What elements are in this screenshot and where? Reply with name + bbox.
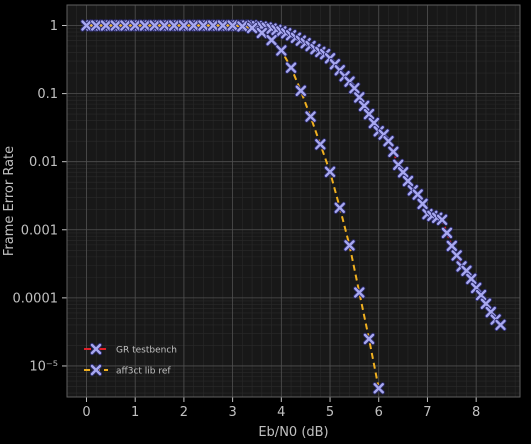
data-point (304, 110, 317, 123)
frame-error-rate-chart: 0 1 2 3 4 5 6 7 8 1 0.1 0.01 0.001 0.0001 10⁻⁵ Eb/N0 (d… (2, 4, 521, 440)
data-point (168, 19, 181, 32)
x-tick-label: 2 (180, 405, 188, 420)
data-point (353, 286, 366, 299)
data-point (119, 19, 132, 32)
data-point (343, 239, 356, 252)
data-point (90, 19, 103, 32)
legend-marker (89, 363, 103, 377)
data-point (382, 135, 395, 148)
x-tick-label: 8 (472, 405, 480, 420)
y-tick-label: 0.1 (37, 87, 58, 102)
data-point (207, 19, 220, 32)
data-point (236, 20, 249, 33)
y-axis-label: Frame Error Rate (2, 146, 17, 256)
y-tick-label: 10⁻⁵ (29, 359, 58, 374)
data-point (348, 82, 361, 95)
data-point (129, 19, 142, 32)
x-tick-label: 1 (131, 405, 139, 420)
data-point (284, 61, 298, 74)
data-point (372, 382, 385, 395)
data-point (216, 19, 229, 32)
data-point (362, 332, 376, 345)
data-point (401, 174, 415, 188)
data-point (362, 107, 376, 121)
data-point (109, 19, 122, 32)
data-point (158, 19, 171, 32)
y-tick-label: 0.01 (29, 155, 58, 170)
data-point (416, 197, 429, 210)
data-point (275, 44, 288, 57)
data-point (187, 19, 200, 32)
data-point (138, 19, 152, 32)
data-point (255, 26, 268, 39)
x-tick-label: 6 (375, 405, 383, 420)
data-point (148, 19, 161, 32)
x-tick-label: 0 (82, 405, 90, 420)
x-axis-label: Eb/N0 (dB) (258, 425, 328, 440)
data-point (435, 213, 449, 226)
data-point (465, 272, 478, 285)
data-point (265, 34, 278, 47)
legend-label: GR testbench (116, 346, 177, 356)
data-point (314, 138, 327, 151)
data-point (99, 19, 113, 32)
x-tick-label: 4 (277, 405, 285, 420)
y-tick-label: 0.0001 (13, 291, 59, 306)
data-point (323, 165, 337, 178)
data-point (333, 201, 346, 214)
data-point (245, 21, 259, 35)
y-tick-label: 1 (50, 19, 58, 34)
data-point (445, 239, 458, 252)
data-point (226, 19, 239, 32)
x-tick-label: 5 (326, 405, 334, 420)
x-tick-label: 3 (228, 405, 236, 420)
data-point (387, 145, 400, 158)
data-point (396, 166, 410, 179)
legend-label: aff3ct lib ref (116, 367, 171, 377)
y-tick-label: 0.001 (21, 223, 58, 238)
data-point (494, 318, 507, 332)
data-point (450, 249, 463, 262)
data-point (177, 19, 191, 32)
data-point (440, 226, 454, 239)
legend-marker (89, 342, 103, 356)
data-point (80, 19, 93, 32)
data-point (294, 84, 307, 97)
x-tick-label: 7 (423, 405, 431, 420)
chart-container: 0 1 2 3 4 5 6 7 8 1 0.1 0.01 0.001 0.0001 10⁻⁵ Eb/N0 (d… (0, 0, 531, 440)
data-point (197, 19, 210, 32)
data-point (411, 188, 424, 201)
